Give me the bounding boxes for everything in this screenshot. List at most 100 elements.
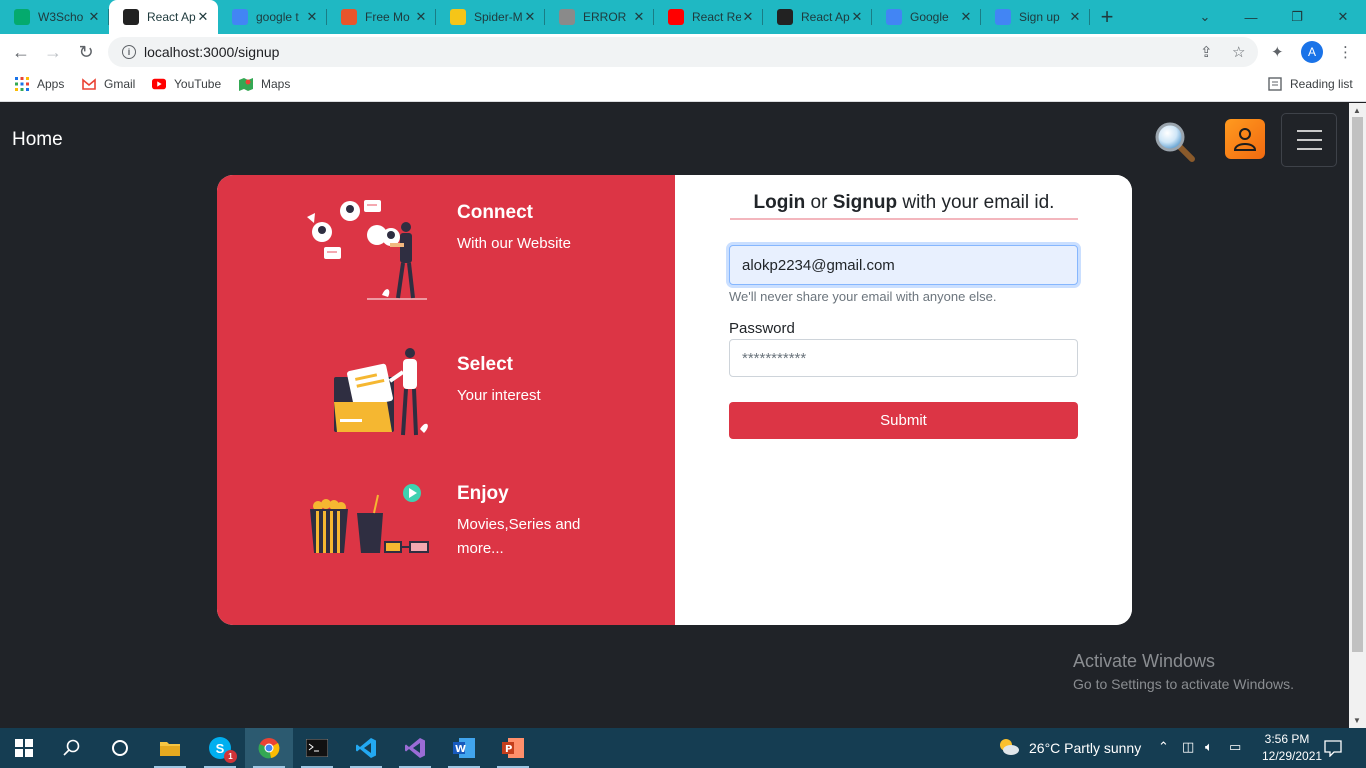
heading-rest-text: with your email id. xyxy=(897,192,1055,213)
browser-tab[interactable]: Free Mo ✕ xyxy=(327,0,436,34)
taskbar-skype[interactable]: S 1 xyxy=(196,728,244,768)
battery-icon[interactable]: ▭ xyxy=(1229,739,1241,755)
browser-tab[interactable]: Sign up ✕ xyxy=(981,0,1090,34)
close-window-button[interactable]: ✕ xyxy=(1320,0,1366,34)
cortana-button[interactable] xyxy=(96,728,144,768)
scroll-down-icon[interactable]: ▼ xyxy=(1353,716,1361,725)
reload-icon[interactable]: ↻ xyxy=(73,39,99,65)
svg-text:P: P xyxy=(505,744,512,755)
enjoy-popcorn-illustration-icon xyxy=(310,484,429,553)
tab-close-icon[interactable]: ✕ xyxy=(1068,9,1082,25)
navbar-home-link[interactable]: Home xyxy=(12,129,63,151)
bookmark-label: Gmail xyxy=(104,77,136,91)
menu-bar-icon xyxy=(1296,148,1322,150)
minimize-button[interactable]: — xyxy=(1228,0,1274,34)
taskbar-terminal[interactable] xyxy=(293,728,341,768)
magnifier-icon xyxy=(1155,122,1195,162)
notifications-icon[interactable] xyxy=(1324,739,1342,757)
browser-tab[interactable]: React Re ✕ xyxy=(654,0,763,34)
new-tab-button[interactable]: + xyxy=(1090,0,1124,34)
submit-button[interactable]: Submit xyxy=(729,402,1078,439)
user-icon xyxy=(1233,128,1257,151)
tab-title: google t xyxy=(256,10,299,24)
forward-icon[interactable]: → xyxy=(40,39,66,65)
taskbar-search-button[interactable] xyxy=(48,728,96,768)
skype-icon: S 1 xyxy=(209,737,237,763)
browser-tab[interactable]: Google ✕ xyxy=(872,0,981,34)
taskbar-file-explorer[interactable] xyxy=(146,728,194,768)
browser-tab[interactable]: ERROR ✕ xyxy=(545,0,654,34)
browser-tab[interactable]: React Ap ✕ xyxy=(109,0,218,34)
site-info-icon[interactable]: i xyxy=(122,45,136,59)
bookmarks-bar: Apps Gmail YouTube Maps Reading list xyxy=(0,70,1366,102)
tab-close-icon[interactable]: ✕ xyxy=(741,9,755,25)
taskbar-vscode[interactable] xyxy=(342,728,390,768)
taskbar: S 1 W P 26°C Partly sunny ⌃ ◫ 🔈︎ ▭ 3:56 … xyxy=(0,728,1366,768)
share-icon[interactable]: ⇪ xyxy=(1200,43,1213,61)
bookmark-apps[interactable]: Apps xyxy=(15,77,64,91)
tab-close-icon[interactable]: ✕ xyxy=(414,9,428,25)
watermark-title: Activate Windows xyxy=(1073,651,1216,671)
tab-close-icon[interactable]: ✕ xyxy=(305,9,319,25)
menu-bar-icon xyxy=(1296,130,1322,132)
form-heading: Login or Signup with your email id. xyxy=(730,192,1078,220)
tab-close-icon[interactable]: ✕ xyxy=(959,9,973,25)
tab-strip: W3Scho ✕ React Ap ✕ google t ✕ Free Mo ✕ Spider-… xyxy=(0,0,1366,34)
apps-grid-icon xyxy=(15,77,29,91)
weather-text[interactable]: 26°C Partly sunny xyxy=(1029,740,1141,756)
tray-chevron-icon[interactable]: ⌃ xyxy=(1158,739,1169,755)
network-icon[interactable]: ◫ xyxy=(1182,739,1194,755)
chrome-menu-icon[interactable]: ⋮ xyxy=(1338,43,1353,61)
globe-icon xyxy=(559,9,575,25)
restore-button[interactable]: ❐ xyxy=(1274,0,1320,34)
hamburger-menu-button[interactable] xyxy=(1281,113,1337,167)
bookmark-star-icon[interactable]: ☆ xyxy=(1232,43,1245,61)
google-icon xyxy=(995,9,1011,25)
search-button[interactable] xyxy=(1152,119,1196,163)
tab-close-icon[interactable]: ✕ xyxy=(632,9,646,25)
tab-close-icon[interactable]: ✕ xyxy=(523,9,537,25)
browser-tab[interactable]: W3Scho ✕ xyxy=(0,0,109,34)
browser-tab[interactable]: React Ap ✕ xyxy=(763,0,872,34)
password-input[interactable] xyxy=(729,339,1078,377)
tab-list: W3Scho ✕ React Ap ✕ google t ✕ Free Mo ✕ Spider-… xyxy=(0,0,1090,34)
cortana-circle-icon xyxy=(112,740,128,756)
profile-avatar[interactable]: A xyxy=(1301,41,1323,63)
scroll-up-icon[interactable]: ▲ xyxy=(1353,106,1361,115)
tab-title: React Re xyxy=(692,10,741,24)
tab-title: React Ap xyxy=(147,10,196,24)
feature-title: Select xyxy=(457,354,513,375)
tab-close-icon[interactable]: ✕ xyxy=(850,9,864,25)
browser-tab[interactable]: Spider-M ✕ xyxy=(436,0,545,34)
tab-title: Free Mo xyxy=(365,10,410,24)
back-icon[interactable]: ← xyxy=(8,39,34,65)
windows-start-button[interactable] xyxy=(0,728,48,768)
email-input[interactable] xyxy=(729,245,1078,285)
page-scrollbar[interactable]: ▲ ▼ xyxy=(1349,103,1366,728)
bookmark-maps[interactable]: Maps xyxy=(239,77,290,91)
taskbar-word[interactable]: W xyxy=(440,728,488,768)
maps-icon xyxy=(239,78,253,91)
menu-bar-icon xyxy=(1296,139,1322,141)
search-icon xyxy=(63,739,80,756)
tab-close-icon[interactable]: ✕ xyxy=(196,9,210,25)
volume-muted-icon[interactable]: 🔈︎ xyxy=(1205,739,1213,755)
tab-search-icon[interactable]: ⌄ xyxy=(1182,0,1228,34)
scrollbar-thumb[interactable] xyxy=(1352,117,1363,652)
bookmark-youtube[interactable]: YouTube xyxy=(152,77,221,91)
taskbar-visual-studio[interactable] xyxy=(391,728,439,768)
taskbar-powerpoint[interactable]: P xyxy=(489,728,537,768)
youtube-icon xyxy=(668,9,684,25)
extensions-icon[interactable]: ✦ xyxy=(1271,43,1284,61)
email-help-text: We'll never share your email with anyone… xyxy=(729,289,997,304)
browser-toolbar: ← → ↻ i localhost:3000/signup ⇪ ☆ ✦ A ⋮ xyxy=(0,34,1366,70)
clock[interactable]: 3:56 PM 12/29/2021 xyxy=(1262,732,1322,763)
address-bar[interactable]: i localhost:3000/signup xyxy=(108,37,1258,67)
bookmark-gmail[interactable]: Gmail xyxy=(82,77,135,91)
browser-tab[interactable]: google t ✕ xyxy=(218,0,327,34)
taskbar-chrome[interactable] xyxy=(245,728,293,768)
tab-close-icon[interactable]: ✕ xyxy=(87,9,101,25)
profile-button[interactable] xyxy=(1225,119,1265,159)
reading-list-button[interactable]: Reading list xyxy=(1268,77,1353,91)
signup-form: Login or Signup with your email id. We'l… xyxy=(675,175,1132,625)
